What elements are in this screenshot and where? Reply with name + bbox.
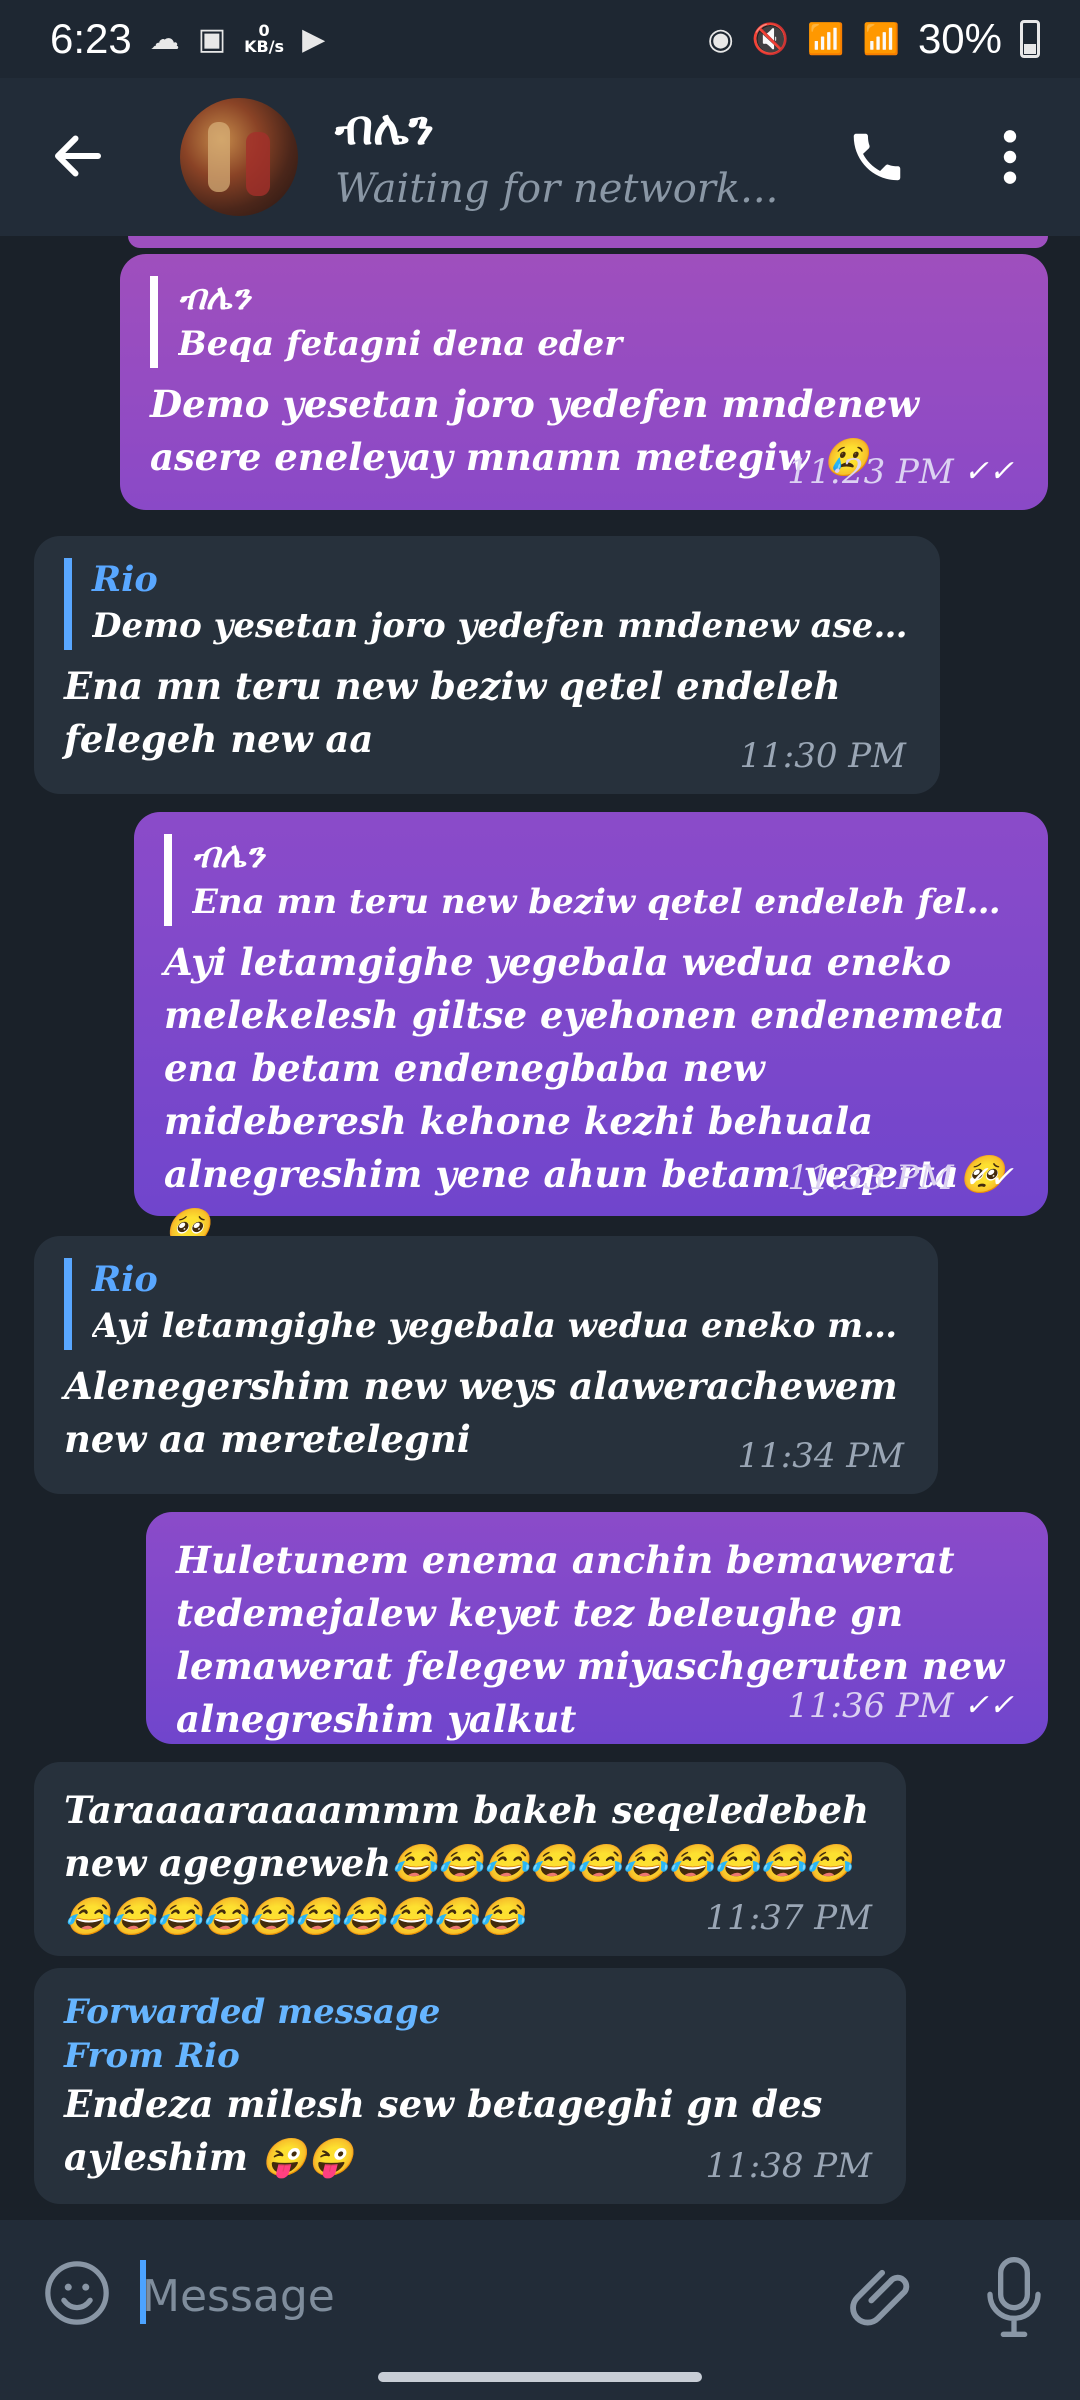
cloud-icon: ☁ (149, 21, 180, 57)
network-speed: 0 KB/s (244, 23, 284, 55)
message-time: 11:30 PM (739, 736, 906, 776)
reply-text: Demo yesetan joro yedefen mndenew asere … (92, 606, 910, 646)
message-time: 11:33 PM ✓✓ (787, 1158, 1014, 1198)
message-in-3[interactable]: Taraaaaraaaammm bakeh seqeledebeh new ag… (34, 1762, 906, 1956)
time-label: 11:33 PM (787, 1158, 954, 1198)
message-time: 11:37 PM (705, 1898, 872, 1938)
phone-icon[interactable] (846, 126, 908, 188)
avatar[interactable] (180, 98, 298, 216)
double-check-icon: ✓✓ (963, 454, 1014, 489)
forwarded-from[interactable]: From Rio (64, 2034, 876, 2078)
status-time: 6:23 (50, 15, 132, 62)
microphone-icon[interactable] (982, 2254, 1046, 2340)
battery-percentage: 30% (917, 15, 1002, 62)
time-label: 11:36 PM (787, 1686, 954, 1726)
emoji-icon[interactable] (42, 2258, 112, 2328)
reply-preview[interactable]: ብሌን Beqa fetagni dena eder (150, 276, 1018, 368)
reply-text: Ayi letamgighe yegebala wedua eneko mele… (92, 1306, 908, 1346)
message-in-2[interactable]: Rio Ayi letamgighe yegebala wedua eneko … (34, 1236, 938, 1494)
forwarded-label: Forwarded message (64, 1992, 441, 2032)
message-out-3[interactable]: Huletunem enema anchin bemawerat tedemej… (146, 1512, 1048, 1744)
message-out-1[interactable]: ብሌን Beqa fetagni dena eder Demo yesetan … (120, 254, 1048, 510)
message-time: 11:38 PM (705, 2146, 872, 2186)
signal-icon-2: 📶 (862, 21, 900, 57)
previous-message-edge (128, 236, 1048, 248)
message-time: 11:34 PM (737, 1436, 904, 1476)
status-bar: 6:23 ☁ ▣ 0 KB/s ▶ ◉ 🔇 📶 📶 30% (0, 0, 1080, 78)
network-speed-unit: KB/s (244, 37, 285, 56)
status-left: 6:23 ☁ ▣ 0 KB/s ▶ (50, 15, 325, 63)
time-label: 11:23 PM (787, 452, 954, 492)
reply-text: Beqa fetagni dena eder (178, 324, 623, 364)
signal-icon: 📶 (807, 21, 845, 57)
message-time: 11:23 PM ✓✓ (787, 452, 1014, 492)
battery-icon (1020, 20, 1040, 58)
image-icon: ▣ (197, 21, 227, 57)
reply-preview[interactable]: ብሌን Ena mn teru new beziw qetel endeleh … (164, 834, 1018, 926)
chat-header: ብሌን Waiting for network... (0, 78, 1080, 236)
arrow-left-icon[interactable] (48, 126, 108, 186)
reply-preview[interactable]: Rio Demo yesetan joro yedefen mndenew as… (64, 558, 910, 650)
reply-sender: Rio (92, 559, 158, 600)
mute-icon: 🔇 (751, 21, 790, 57)
message-out-2[interactable]: ብሌን Ena mn teru new beziw qetel endeleh … (134, 812, 1048, 1249)
reply-text: Ena mn teru new beziw qetel endeleh fele… (192, 882, 1018, 922)
home-indicator[interactable] (378, 2372, 702, 2382)
reply-sender: ብሌን (192, 835, 265, 876)
reply-sender: ብሌን (178, 277, 251, 318)
reply-preview[interactable]: Rio Ayi letamgighe yegebala wedua eneko … (64, 1258, 908, 1350)
message-text: Ayi letamgighe yegebala wedua eneko mele… (164, 940, 1005, 1249)
status-right: ◉ 🔇 📶 📶 30% (708, 15, 1040, 63)
play-icon: ▶ (302, 21, 326, 57)
chat-title[interactable]: ብሌን (335, 100, 434, 157)
message-in-forwarded[interactable]: Forwarded message From Rio Endeza milesh… (34, 1968, 906, 2204)
message-input[interactable] (140, 2250, 834, 2342)
reply-sender: Rio (92, 1259, 158, 1300)
message-time: 11:36 PM ✓✓ (787, 1686, 1014, 1726)
more-vertical-icon[interactable] (990, 126, 1030, 188)
double-check-icon: ✓✓ (963, 1160, 1014, 1195)
message-in-1[interactable]: Rio Demo yesetan joro yedefen mndenew as… (34, 536, 940, 794)
message-list[interactable]: ብሌን Beqa fetagni dena eder Demo yesetan … (0, 236, 1080, 2220)
lock-icon: ◉ (707, 21, 734, 57)
paperclip-icon[interactable] (848, 2264, 918, 2334)
connection-status: Waiting for network... (335, 166, 779, 212)
double-check-icon: ✓✓ (963, 1688, 1014, 1723)
